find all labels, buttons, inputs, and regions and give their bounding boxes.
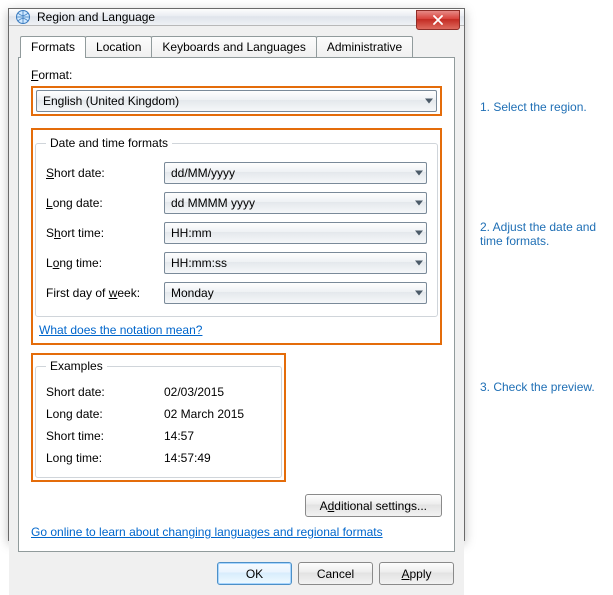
cancel-button[interactable]: Cancel <box>298 562 373 585</box>
tab-strip: Formats Location Keyboards and Languages… <box>18 35 455 57</box>
long-time-select[interactable]: HH:mm:ss <box>164 252 427 274</box>
ex-short-date-label: Short date: <box>46 385 164 399</box>
ex-short-time-value: 14:57 <box>164 429 271 443</box>
chevron-down-icon <box>415 231 423 236</box>
ex-short-time-label: Short time: <box>46 429 164 443</box>
go-online-link[interactable]: Go online to learn about changing langua… <box>31 525 383 539</box>
short-time-label: Short time: <box>46 226 164 240</box>
short-date-select[interactable]: dd/MM/yyyy <box>164 162 427 184</box>
chevron-down-icon <box>415 261 423 266</box>
window-title: Region and Language <box>37 10 155 24</box>
ex-long-time-label: Long time: <box>46 451 164 465</box>
chevron-down-icon <box>415 291 423 296</box>
first-day-label: First day of week: <box>46 286 164 300</box>
tab-location[interactable]: Location <box>85 36 152 57</box>
annotation-3: 3. Check the preview. <box>480 380 610 394</box>
region-language-dialog: Region and Language Formats Location Key… <box>8 8 465 541</box>
annotation-2: 2. Adjust the date and time formats. <box>480 220 610 248</box>
close-icon <box>433 15 443 25</box>
short-date-label: Short date: <box>46 166 164 180</box>
tab-keyboards-languages[interactable]: Keyboards and Languages <box>151 36 316 57</box>
globe-icon <box>15 9 31 25</box>
long-date-label: Long date: <box>46 196 164 210</box>
apply-button[interactable]: Apply <box>379 562 454 585</box>
tab-formats[interactable]: Formats <box>20 36 86 58</box>
format-label: Format: <box>31 68 442 82</box>
ex-long-date-value: 02 March 2015 <box>164 407 271 421</box>
chevron-down-icon <box>425 99 433 104</box>
tab-body-formats: Format: English (United Kingdom) Date an… <box>18 57 455 552</box>
format-select[interactable]: English (United Kingdom) <box>36 90 437 112</box>
date-time-formats-legend: Date and time formats <box>46 136 172 150</box>
chevron-down-icon <box>415 201 423 206</box>
annotation-1: 1. Select the region. <box>480 100 610 114</box>
long-time-label: Long time: <box>46 256 164 270</box>
long-date-select[interactable]: dd MMMM yyyy <box>164 192 427 214</box>
first-day-select[interactable]: Monday <box>164 282 427 304</box>
chevron-down-icon <box>415 171 423 176</box>
ex-long-time-value: 14:57:49 <box>164 451 271 465</box>
ex-short-date-value: 02/03/2015 <box>164 385 271 399</box>
ok-button[interactable]: OK <box>217 562 292 585</box>
notation-link[interactable]: What does the notation mean? <box>39 323 202 337</box>
additional-settings-button[interactable]: Additional settings... <box>305 494 442 517</box>
tab-administrative[interactable]: Administrative <box>316 36 413 57</box>
ex-long-date-label: Long date: <box>46 407 164 421</box>
examples-legend: Examples <box>46 359 107 373</box>
format-select-value: English (United Kingdom) <box>43 94 432 108</box>
close-button[interactable] <box>416 10 460 30</box>
dialog-footer: OK Cancel Apply <box>9 552 464 595</box>
titlebar: Region and Language <box>9 9 464 26</box>
short-time-select[interactable]: HH:mm <box>164 222 427 244</box>
